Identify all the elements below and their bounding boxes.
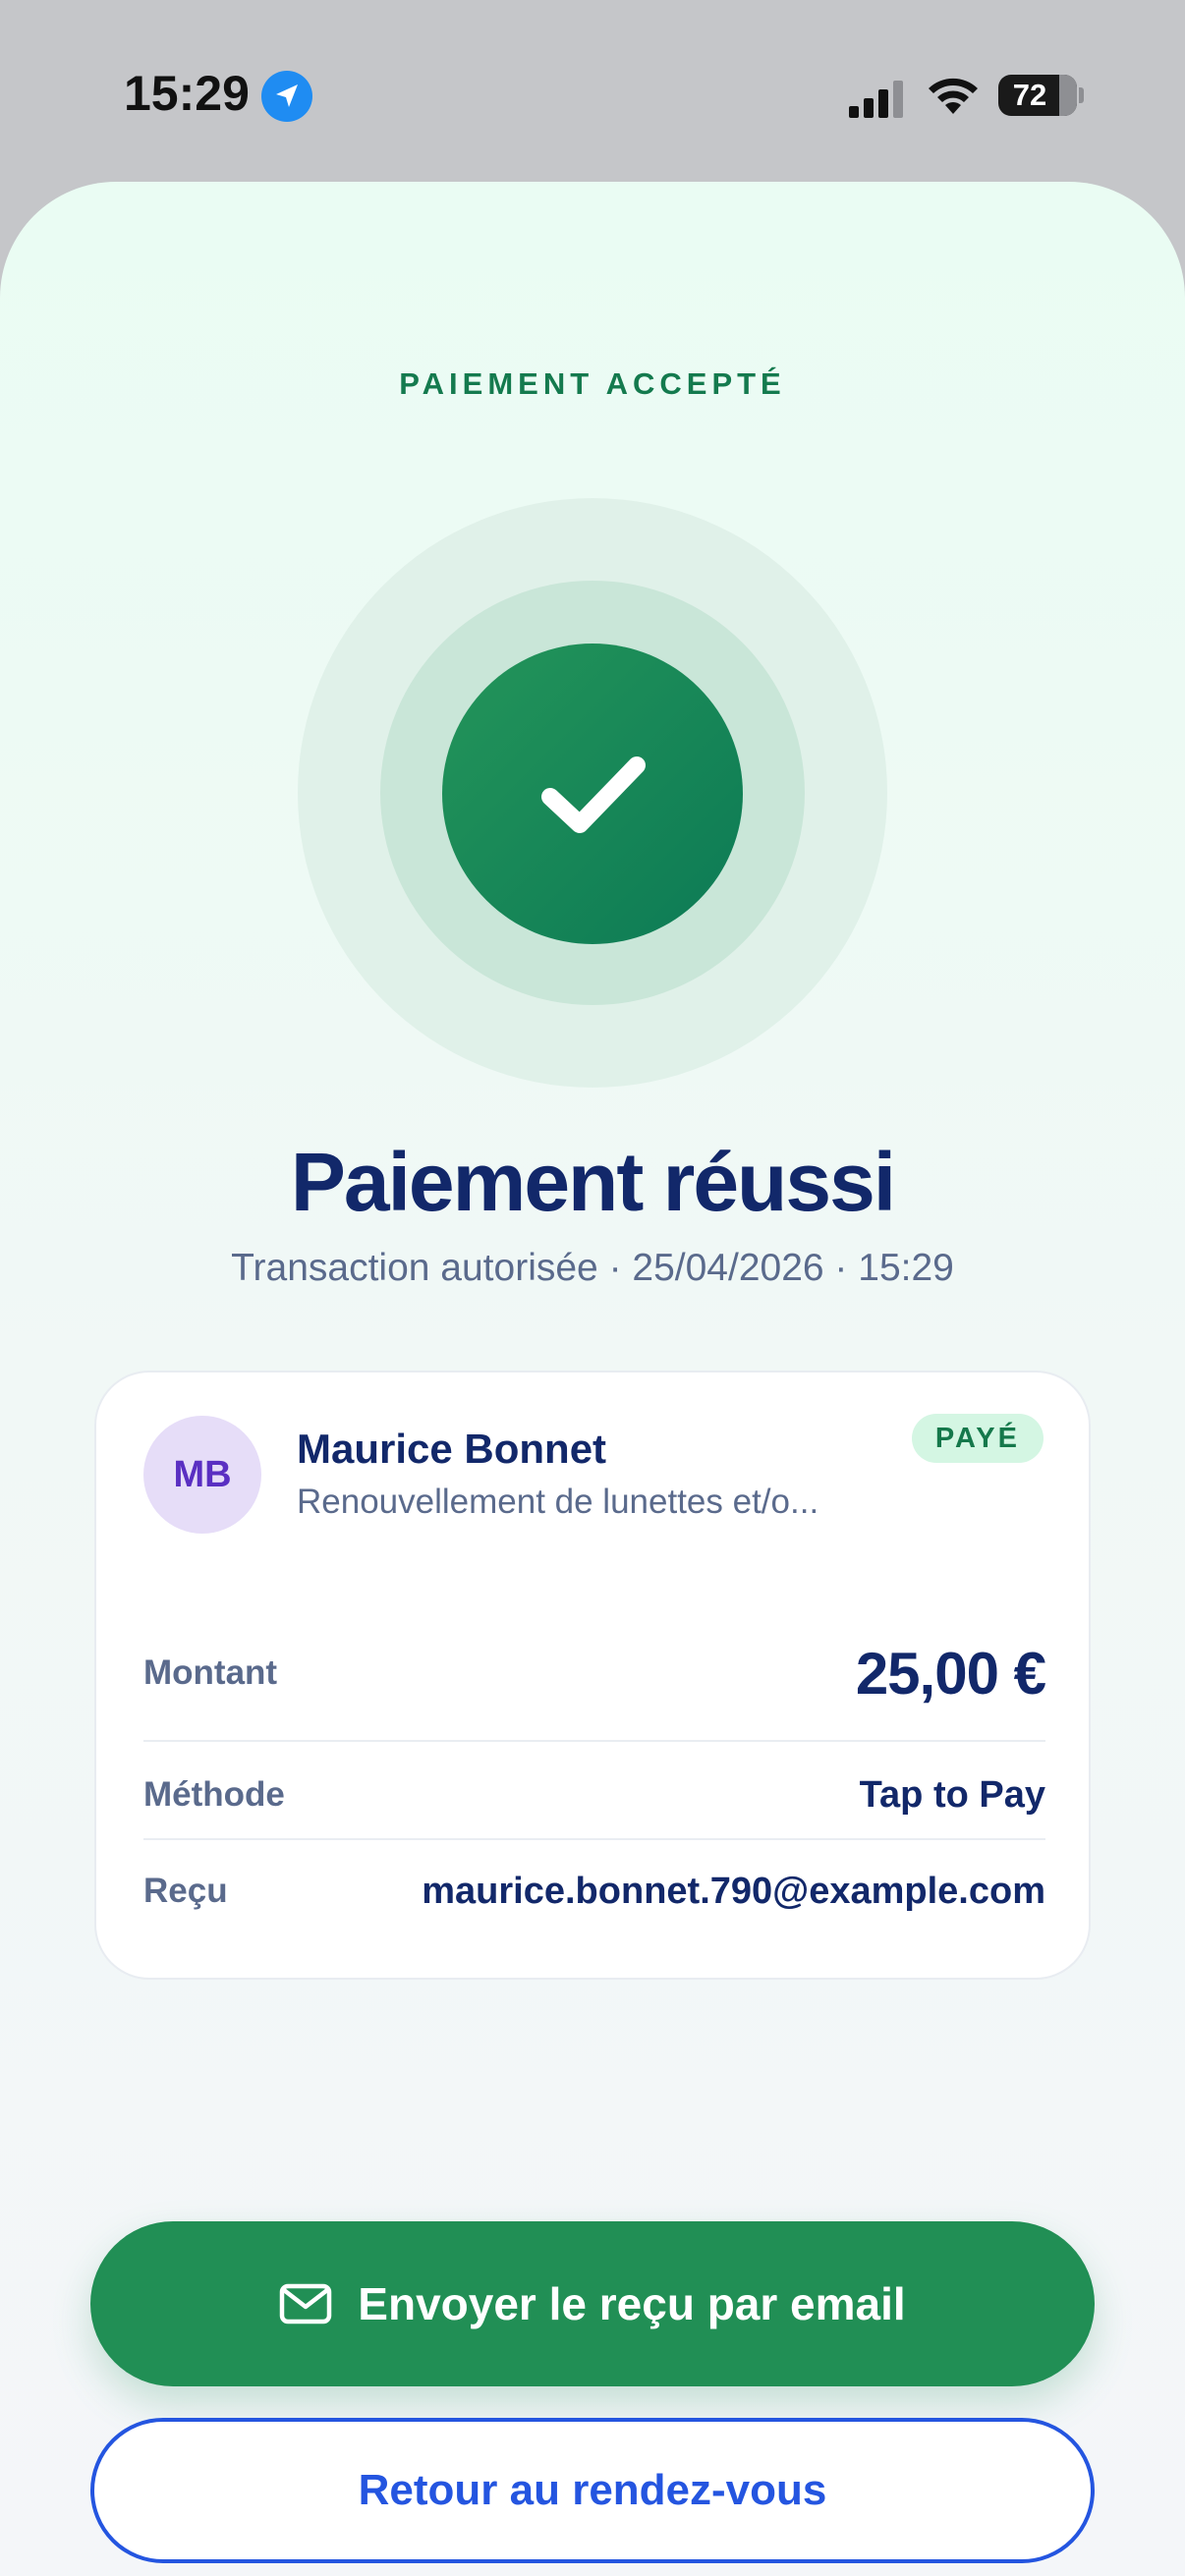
receipt-label: Reçu [143,1872,228,1910]
battery-empty-portion [1059,75,1077,116]
avatar: MB [143,1416,261,1534]
wifi-icon [929,78,978,114]
payment-success-sheet: PAIEMENT ACCEPTÉ Paiement réussi Transac… [0,182,1185,2576]
appointment-description: Renouvellement de lunettes et/o... [297,1483,819,1521]
success-check-badge [442,644,743,944]
send-receipt-label: Envoyer le reçu par email [358,2278,906,2329]
back-to-appointment-label: Retour au rendez-vous [358,2466,827,2514]
location-arrow-icon [261,71,312,122]
amount-label: Montant [143,1653,278,1692]
transaction-card: MB Maurice Bonnet Renouvellement de lune… [94,1371,1091,1980]
status-badge: PAYÉ [911,1414,1044,1463]
battery-indicator: 72 [998,75,1077,116]
divider [143,1838,1045,1840]
method-label: Méthode [143,1775,285,1814]
client-name: Maurice Bonnet [297,1426,607,1472]
receipt-row: Reçu maurice.bonnet.790@example.com [143,1862,1045,1921]
battery-nub [1079,87,1084,103]
method-value: Tap to Pay [859,1773,1045,1816]
receipt-email: maurice.bonnet.790@example.com [422,1870,1045,1912]
back-to-appointment-button[interactable]: Retour au rendez-vous [90,2418,1095,2563]
method-row: Méthode Tap to Pay [143,1765,1045,1824]
send-receipt-button[interactable]: Envoyer le reçu par email [90,2221,1095,2386]
status-time: 15:29 [124,66,250,121]
status-eyebrow: PAIEMENT ACCEPTÉ [399,366,786,401]
transaction-subtitle: Transaction autorisée · 25/04/2026 · 15:… [231,1247,954,1289]
divider [143,1740,1045,1742]
checkmark-icon [541,756,646,833]
status-bar: 15:29 72 [0,0,1185,182]
battery-level: 72 [1012,78,1047,112]
page-title: Paiement réussi [290,1136,896,1228]
amount-value: 25,00 € [855,1640,1046,1707]
mail-icon [280,2283,332,2324]
amount-row: Montant 25,00 € [143,1634,1046,1712]
cellular-signal-icon [849,81,903,118]
